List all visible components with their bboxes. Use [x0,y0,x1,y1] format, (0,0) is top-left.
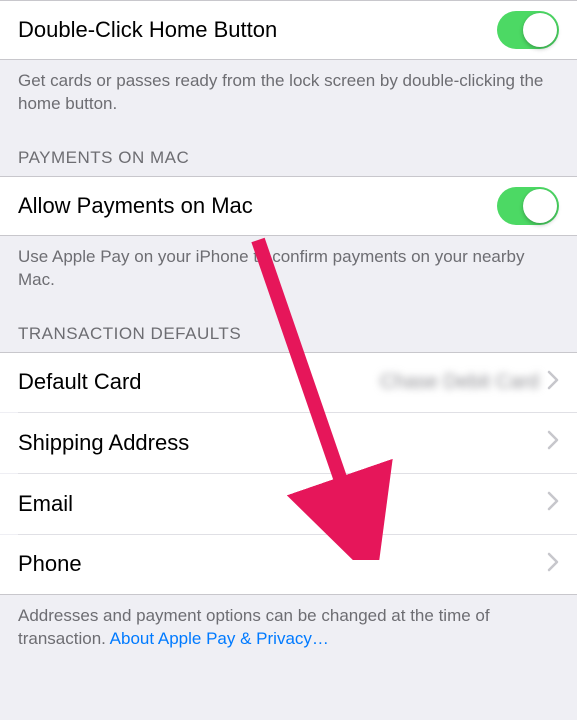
default-card-value: Chase Debit Card [380,371,539,394]
allow-payments-on-mac-label: Allow Payments on Mac [18,193,497,219]
shipping-address-label: Shipping Address [18,430,547,456]
double-click-home-button-footer: Get cards or passes ready from the lock … [0,60,577,126]
switch-knob-icon [523,13,557,47]
double-click-home-button-row: Double-Click Home Button [0,0,577,60]
about-apple-pay-privacy-link[interactable]: About Apple Pay & Privacy… [110,629,329,648]
chevron-right-icon [547,491,559,516]
transaction-defaults-header: TRANSACTION DEFAULTS [0,302,577,352]
transaction-defaults-footer: Addresses and payment options can be cha… [0,595,577,661]
chevron-right-icon [547,430,559,455]
shipping-address-row[interactable]: Shipping Address [0,413,577,473]
allow-payments-on-mac-switch[interactable] [497,187,559,225]
switch-knob-icon [523,189,557,223]
chevron-right-icon [547,552,559,577]
allow-payments-on-mac-footer: Use Apple Pay on your iPhone to confirm … [0,236,577,302]
double-click-home-button-switch[interactable] [497,11,559,49]
default-card-label: Default Card [18,369,380,395]
double-click-home-button-label: Double-Click Home Button [18,17,497,43]
chevron-right-icon [547,370,559,395]
phone-row[interactable]: Phone [0,535,577,595]
default-card-row[interactable]: Default Card Chase Debit Card [0,352,577,412]
email-row[interactable]: Email [0,474,577,534]
payments-on-mac-header: PAYMENTS ON MAC [0,126,577,176]
phone-label: Phone [18,551,547,577]
allow-payments-on-mac-row: Allow Payments on Mac [0,176,577,236]
email-label: Email [18,491,547,517]
